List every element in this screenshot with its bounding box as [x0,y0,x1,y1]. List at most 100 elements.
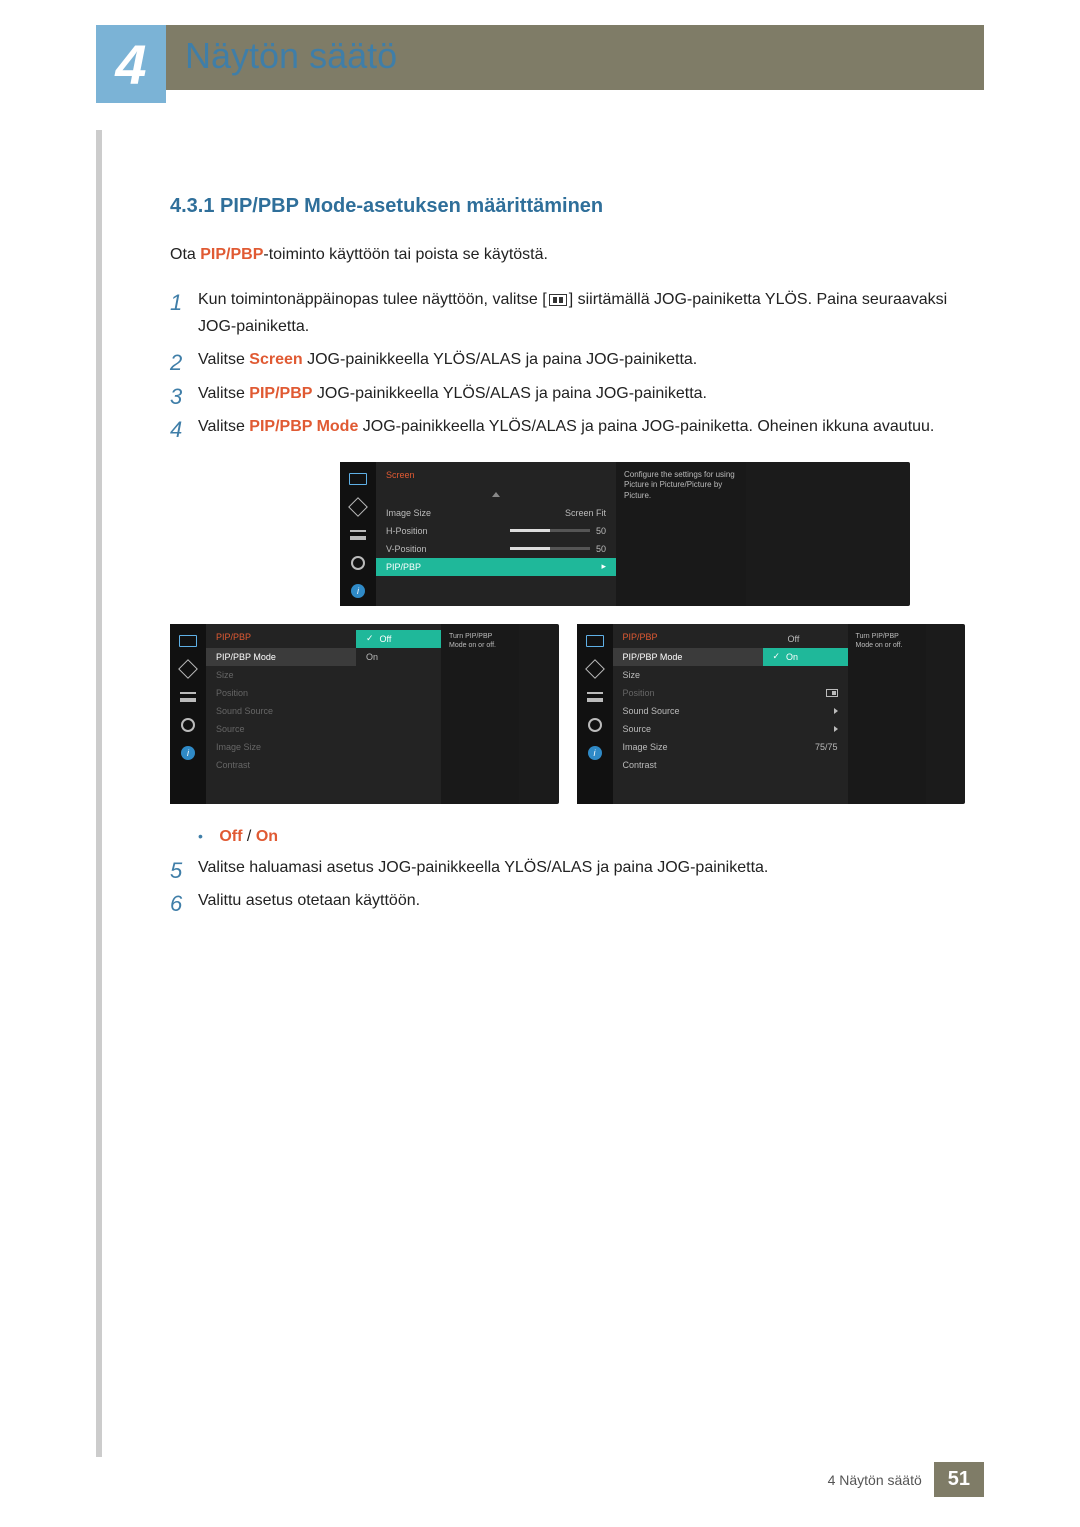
step-number: 5 [170,852,182,889]
chevron-right-icon [834,708,838,714]
osd-icon-column: i [577,624,613,804]
step-number: 4 [170,411,182,448]
steps-list-2: 5 Valitse haluamasi asetus JOG-painikkee… [170,854,965,914]
menu-row-v-position: V-Position50 [376,540,616,558]
osd-panel-2: i PIP/PBP PIP/PBP Mode Size Position Sou… [170,624,559,804]
pip-term: PIP/PBP [200,246,263,263]
screen-icon [347,470,369,488]
move-icon [584,660,606,678]
menu-row-position: Position [206,684,356,702]
pip-term: PIP/PBP [249,385,312,402]
value-source-arrow [763,702,848,720]
step-number: 6 [170,885,182,922]
section-number: 4.3.1 [170,195,214,217]
check-icon: ✓ [366,633,374,644]
check-icon: ✓ [773,651,781,662]
footer-page-number: 51 [934,1462,984,1497]
menu-row-image-size: Image Size [613,738,763,756]
value-sound-icon [763,684,848,702]
screen-term: Screen [249,351,302,368]
pip-layout-icon [826,689,838,697]
menu-row-contrast: Contrast [613,756,763,774]
step-number: 3 [170,378,182,415]
value-contrast: 75/75 [763,738,848,756]
bars-icon [347,526,369,544]
content: 4.3.1 PIP/PBP Mode-asetuksen määrittämin… [170,195,965,920]
page: 4 Näytön säätö 4.3.1 PIP/PBP Mode-asetuk… [0,0,1080,1527]
osd-icon-column: i [340,462,376,606]
gear-icon [584,716,606,734]
info-icon: i [584,744,606,762]
menu-row-sound: Sound Source [206,702,356,720]
move-icon [347,498,369,516]
menu-row-image-size: Image Size [206,738,356,756]
scroll-up-icon [376,486,616,504]
option-off: Off [763,630,848,648]
osd-panel-1: i Screen Image SizeScreen Fit H-Position… [340,462,910,606]
menu-icon [549,294,567,306]
move-icon [177,660,199,678]
step-number: 1 [170,284,182,321]
step-4: 4 Valitse PIP/PBP Mode JOG-painikkeella … [170,413,965,440]
steps-list: 1 Kun toimintonäppäinopas tulee näyttöön… [170,286,965,440]
menu-row-size: Size [206,666,356,684]
step-5: 5 Valitse haluamasi asetus JOG-painikkee… [170,854,965,881]
side-stripe [96,130,102,1457]
intro-text: Ota PIP/PBP-toiminto käyttöön tai poista… [170,246,965,264]
menu-row-source: Source [206,720,356,738]
on-label: On [256,828,278,845]
menu-row-pip-pbp: PIP/PBP▸ [376,558,616,576]
bullet-off-on: • Off / On [198,828,965,846]
chevron-right-icon [834,726,838,732]
section-heading: 4.3.1 PIP/PBP Mode-asetuksen määrittämin… [170,195,965,218]
osd-option-column: ✓Off On [356,624,441,804]
screen-icon [177,632,199,650]
step-6: 6 Valittu asetus otetaan käyttöön. [170,887,965,914]
menu-row-pip-mode: PIP/PBP Mode [206,648,356,666]
osd-menu-title: PIP/PBP [206,624,356,648]
menu-row-source: Source [613,720,763,738]
chapter-badge: 4 [96,25,166,103]
menu-row-image-size: Image SizeScreen Fit [376,504,616,522]
page-footer: 4 Näytön säätö 51 [828,1462,984,1497]
menu-row-contrast: Contrast [206,756,356,774]
option-on: ✓On [763,648,848,666]
menu-row-position: Position [613,684,763,702]
osd-menu-title: Screen [376,462,616,486]
osd-menu-column: Screen Image SizeScreen Fit H-Position50… [376,462,616,606]
osd-help-text: Configure the settings for using Picture… [616,462,746,606]
step-1: 1 Kun toimintonäppäinopas tulee näyttöön… [170,286,965,340]
osd-screen-menu: i Screen Image SizeScreen Fit H-Position… [340,462,910,606]
osd-option-column: Off ✓On 75/75 [763,624,848,804]
osd-menu-title: PIP/PBP [613,624,763,648]
bars-icon [177,688,199,706]
bullet-icon: • [198,828,203,844]
menu-row-pip-mode: PIP/PBP Mode [613,648,763,666]
info-icon: i [347,582,369,600]
step-3: 3 Valitse PIP/PBP JOG-painikkeella YLÖS/… [170,380,965,407]
section-title: PIP/PBP Mode-asetuksen määrittäminen [220,195,603,217]
gear-icon [177,716,199,734]
menu-row-size: Size [613,666,763,684]
chapter-number: 4 [115,32,146,97]
osd-menu-column: PIP/PBP PIP/PBP Mode Size Position Sound… [613,624,763,804]
osd-panel-3: i PIP/PBP PIP/PBP Mode Size Position Sou… [577,624,966,804]
screen-icon [584,632,606,650]
footer-chapter-ref: 4 Näytön säätö [828,1472,922,1488]
menu-row-sound: Sound Source [613,702,763,720]
pipmode-term: PIP/PBP Mode [249,418,358,435]
value-imgsize-arrow [763,720,848,738]
osd-help-text: Turn PIP/PBP Mode on or off. [848,624,926,804]
step-2: 2 Valitse Screen JOG-painikkeella YLÖS/A… [170,346,965,373]
chevron-right-icon: ▸ [601,561,606,572]
osd-menu-column: PIP/PBP PIP/PBP Mode Size Position Sound… [206,624,356,804]
osd-icon-column: i [170,624,206,804]
menu-row-h-position: H-Position50 [376,522,616,540]
gear-icon [347,554,369,572]
off-label: Off [219,828,242,845]
step-number: 2 [170,344,182,381]
option-on: On [356,648,441,666]
info-icon: i [177,744,199,762]
bars-icon [584,688,606,706]
osd-help-text: Turn PIP/PBP Mode on or off. [441,624,519,804]
